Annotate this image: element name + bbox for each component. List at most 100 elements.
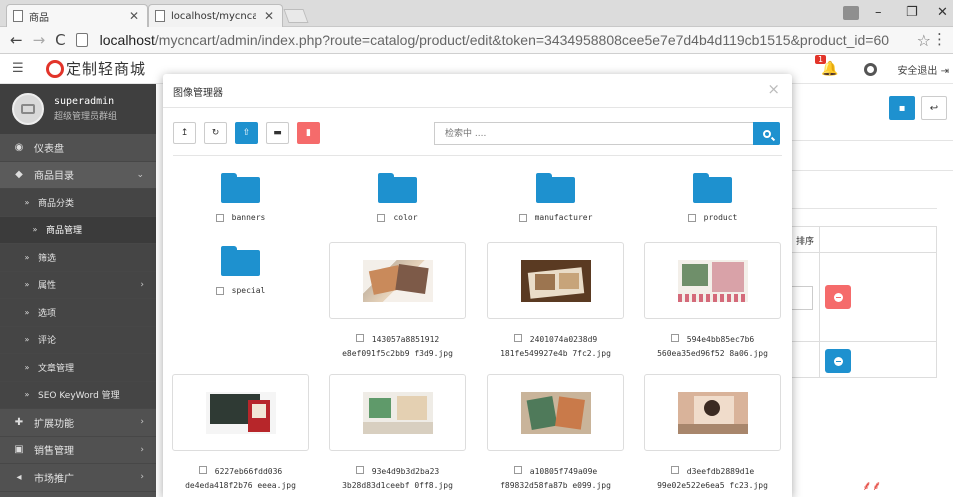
profile-icon[interactable]: [843, 6, 859, 20]
sidebar-item-reviews[interactable]: » 评论: [0, 326, 156, 354]
sidebar-item-articles[interactable]: » 文章管理: [0, 354, 156, 382]
restore-icon[interactable]: ❐: [906, 5, 918, 20]
avatar[interactable]: [12, 93, 44, 125]
select-checkbox[interactable]: [513, 466, 522, 474]
image-item[interactable]: 594e4bb85ec7b6 560ea35ed96f52 8a06.jpg: [644, 242, 781, 361]
save-icon: ▪: [898, 102, 906, 114]
select-checkbox[interactable]: [377, 213, 386, 222]
folder-item[interactable]: special: [172, 246, 309, 295]
parent-folder-button[interactable]: ↥: [173, 122, 196, 144]
close-icon[interactable]: ×: [767, 80, 780, 98]
folder-icon[interactable]: [221, 246, 260, 276]
delete-button[interactable]: ▮: [297, 122, 320, 144]
sidebar-item-sales[interactable]: ▣ 销售管理 ›: [0, 437, 156, 464]
folder-icon[interactable]: [536, 173, 575, 203]
sidebar-item-dashboard[interactable]: ◉ 仪表盘: [0, 134, 156, 162]
refresh-button[interactable]: ↻: [204, 122, 227, 144]
image-thumbnail[interactable]: [487, 374, 624, 451]
sidebar-item-category[interactable]: » 商品分类: [0, 189, 156, 217]
decorative-flourish-icon: ⸙⸙: [862, 479, 882, 494]
sidebar-item-attributes[interactable]: » 属性 ›: [0, 271, 156, 299]
image-item[interactable]: 143057a8851912 e8ef091f5c2bb9 f3d9.jpg: [329, 242, 466, 361]
select-checkbox[interactable]: [215, 213, 224, 222]
image-name-line1: 93e4d9b3d2ba23: [371, 467, 440, 476]
modal-title: 图像管理器: [173, 88, 223, 99]
sidebar-item-seo-keywords[interactable]: » SEO KeyWord 管理: [0, 381, 156, 409]
select-checkbox[interactable]: [355, 334, 364, 342]
folder-item[interactable]: manufacturer: [487, 173, 624, 222]
image-manager-modal: 图像管理器 × ↥ ↻ ⇧ ▬ ▮ banners color manufact…: [163, 74, 792, 497]
user-role: 超级管理员群组: [54, 112, 118, 122]
logout-link[interactable]: 安全退出 ⇥: [897, 62, 949, 77]
search-input[interactable]: [434, 122, 753, 145]
image-item[interactable]: d3eefdb2889d1e 99e02e522e6ea5 fc23.jpg: [644, 374, 781, 493]
new-folder-button[interactable]: ▬: [266, 122, 289, 144]
image-thumbnail[interactable]: [172, 374, 309, 451]
trash-icon: ▮: [306, 128, 311, 138]
image-name-line1: 2401074a0238d9: [529, 335, 598, 344]
browser-tab-active[interactable]: 商品 ✕: [6, 4, 148, 27]
image-item[interactable]: 6227eb66fdd036 de4eda418f2b76 eeea.jpg: [172, 374, 309, 493]
minimize-icon[interactable]: –: [875, 5, 882, 20]
select-checkbox[interactable]: [513, 334, 522, 342]
sort-order-header: 排序: [796, 237, 815, 247]
select-checkbox[interactable]: [687, 213, 696, 222]
select-checkbox[interactable]: [198, 466, 207, 474]
select-checkbox[interactable]: [355, 466, 364, 474]
folder-icon[interactable]: [378, 173, 417, 203]
upload-icon: ⇧: [242, 128, 251, 138]
close-tab-icon[interactable]: ✕: [264, 9, 274, 23]
menu-toggle-icon[interactable]: ☰: [12, 61, 24, 76]
window-close-icon[interactable]: ✕: [937, 5, 948, 20]
help-icon[interactable]: [864, 62, 878, 76]
folder-icon[interactable]: [693, 173, 732, 203]
image-thumbnail[interactable]: [644, 242, 781, 319]
image-item[interactable]: a10805f749a09e f89832d58fa87b e099.jpg: [487, 374, 624, 493]
add-image-button[interactable]: [825, 349, 851, 373]
image-thumbnail[interactable]: [329, 242, 466, 319]
address-bar: ← → C localhost/mycncart/admin/index.php…: [0, 27, 953, 54]
search-button[interactable]: [753, 122, 780, 145]
bookmark-star-icon[interactable]: ☆: [917, 31, 931, 50]
sidebar-item-catalog[interactable]: ◆ 商品目录 ⌄: [0, 161, 156, 189]
image-thumbnail[interactable]: [487, 242, 624, 319]
back-button[interactable]: ↩: [921, 96, 947, 120]
notification-bell-icon[interactable]: 🔔 1: [815, 55, 838, 77]
upload-button[interactable]: ⇧: [235, 122, 258, 144]
back-icon[interactable]: ←: [10, 31, 23, 49]
logo[interactable]: 定制轻商城: [46, 58, 146, 79]
user-profile: superadmin 超级管理员群组: [0, 84, 156, 134]
save-button[interactable]: ▪: [889, 96, 915, 120]
folder-name: product: [703, 213, 738, 222]
select-checkbox[interactable]: [670, 466, 679, 474]
url-field[interactable]: localhost/mycncart/admin/index.php?route…: [100, 32, 889, 48]
image-item[interactable]: 93e4d9b3d2ba23 3b28d83d1ceebf 0ff8.jpg: [329, 374, 466, 493]
image-thumbnail[interactable]: [329, 374, 466, 451]
close-tab-icon[interactable]: ✕: [129, 9, 139, 23]
browser-menu-icon[interactable]: ⋮: [932, 30, 947, 48]
sort-order-input[interactable]: [792, 286, 813, 310]
forward-icon[interactable]: →: [33, 31, 46, 49]
sidebar-item-products[interactable]: » 商品管理: [0, 216, 156, 244]
folder-icon[interactable]: [221, 173, 260, 203]
sidebar-item-extensions[interactable]: ✚ 扩展功能 ›: [0, 409, 156, 437]
image-name-line2: f89832d58fa87b e099.jpg: [500, 481, 611, 490]
select-checkbox[interactable]: [518, 213, 527, 222]
reload-icon[interactable]: C: [55, 31, 65, 49]
image-item[interactable]: 2401074a0238d9 181fe549927e4b 7fc2.jpg: [487, 242, 624, 361]
sidebar-item-filters[interactable]: » 筛选: [0, 244, 156, 272]
photo-frames-image: [677, 259, 748, 302]
divider: [791, 170, 953, 171]
select-checkbox[interactable]: [670, 334, 679, 342]
browser-tab[interactable]: localhost/mycncart/inde ✕: [148, 4, 283, 27]
remove-image-button[interactable]: [825, 285, 851, 309]
page-icon[interactable]: [75, 33, 88, 47]
folder-item[interactable]: color: [329, 173, 466, 222]
select-checkbox[interactable]: [215, 286, 224, 295]
sidebar-item-options[interactable]: » 选项: [0, 299, 156, 327]
new-tab-button[interactable]: [283, 9, 309, 23]
sidebar-item-marketing[interactable]: ◂ 市场推广 ›: [0, 464, 156, 492]
folder-item[interactable]: banners: [172, 173, 309, 222]
image-thumbnail[interactable]: [644, 374, 781, 451]
folder-item[interactable]: product: [644, 173, 781, 222]
